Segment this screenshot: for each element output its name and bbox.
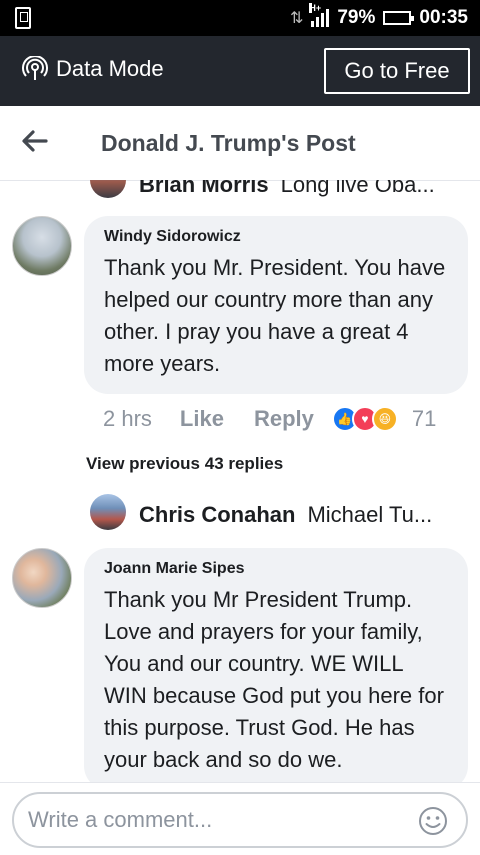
avatar[interactable] bbox=[90, 494, 126, 530]
signal-icon: H+ bbox=[309, 3, 330, 27]
go-to-free-button[interactable]: Go to Free bbox=[324, 48, 470, 94]
reply-button[interactable]: Reply bbox=[254, 406, 314, 432]
reply-preview[interactable]: Brian Morris Long live Oba... bbox=[139, 180, 435, 198]
data-mode-bar: Data Mode Go to Free bbox=[0, 36, 480, 106]
reply-text: Michael Tu... bbox=[307, 502, 433, 527]
back-arrow-icon[interactable] bbox=[22, 130, 48, 152]
comment-author[interactable]: Joann Marie Sipes bbox=[104, 560, 448, 578]
page-title: Donald J. Trump's Post bbox=[101, 130, 356, 156]
comment-input[interactable] bbox=[26, 804, 410, 836]
data-mode-label: Data Mode bbox=[56, 56, 164, 81]
broadcast-icon bbox=[22, 56, 48, 80]
reply-author[interactable]: Chris Conahan bbox=[139, 502, 295, 528]
phone-icon bbox=[15, 7, 31, 29]
comment-timestamp[interactable]: 2 hrs bbox=[103, 406, 152, 432]
network-type-label: H+ bbox=[309, 3, 322, 13]
reaction-count[interactable]: 71 bbox=[412, 406, 436, 432]
status-indicators: ⇅ H+ 79% 00:35 bbox=[290, 0, 468, 36]
data-transfer-icon: ⇅ bbox=[289, 10, 304, 27]
comment-text: Thank you Mr President Trump. Love and p… bbox=[104, 587, 444, 772]
comment-composer bbox=[0, 782, 480, 855]
comment-actions: 2 hrs Like Reply 👍 ♥ 😆 71 bbox=[103, 406, 436, 432]
comments-list[interactable]: Brian Morris Long live Oba... Windy Sido… bbox=[0, 180, 480, 790]
avatar[interactable] bbox=[90, 180, 126, 198]
comment-box[interactable] bbox=[12, 792, 468, 848]
haha-reaction-icon: 😆 bbox=[371, 406, 398, 432]
view-previous-replies-link[interactable]: View previous 43 replies bbox=[86, 454, 283, 474]
reply-author[interactable]: Brian Morris bbox=[139, 180, 269, 198]
comment-bubble[interactable]: Joann Marie Sipes Thank you Mr President… bbox=[84, 548, 468, 790]
reactions-summary[interactable]: 👍 ♥ 😆 bbox=[331, 406, 398, 432]
reply-preview[interactable]: Chris Conahan Michael Tu... bbox=[139, 502, 432, 528]
comment-author[interactable]: Windy Sidorowicz bbox=[104, 228, 448, 246]
reply-text: Long live Oba... bbox=[280, 180, 435, 197]
comment-text: Thank you Mr. President. You have helped… bbox=[104, 255, 446, 376]
battery-icon bbox=[383, 11, 415, 25]
like-button[interactable]: Like bbox=[180, 406, 224, 432]
post-header: Donald J. Trump's Post bbox=[0, 106, 480, 181]
comment-bubble[interactable]: Windy Sidorowicz Thank you Mr. President… bbox=[84, 216, 468, 394]
battery-percent: 79% bbox=[337, 7, 376, 28]
clock: 00:35 bbox=[419, 7, 468, 28]
avatar[interactable] bbox=[12, 548, 72, 608]
status-bar: ⇅ H+ 79% 00:35 bbox=[0, 0, 480, 36]
emoji-icon[interactable] bbox=[418, 806, 448, 836]
data-mode-indicator[interactable]: Data Mode bbox=[22, 56, 164, 82]
avatar[interactable] bbox=[12, 216, 72, 276]
